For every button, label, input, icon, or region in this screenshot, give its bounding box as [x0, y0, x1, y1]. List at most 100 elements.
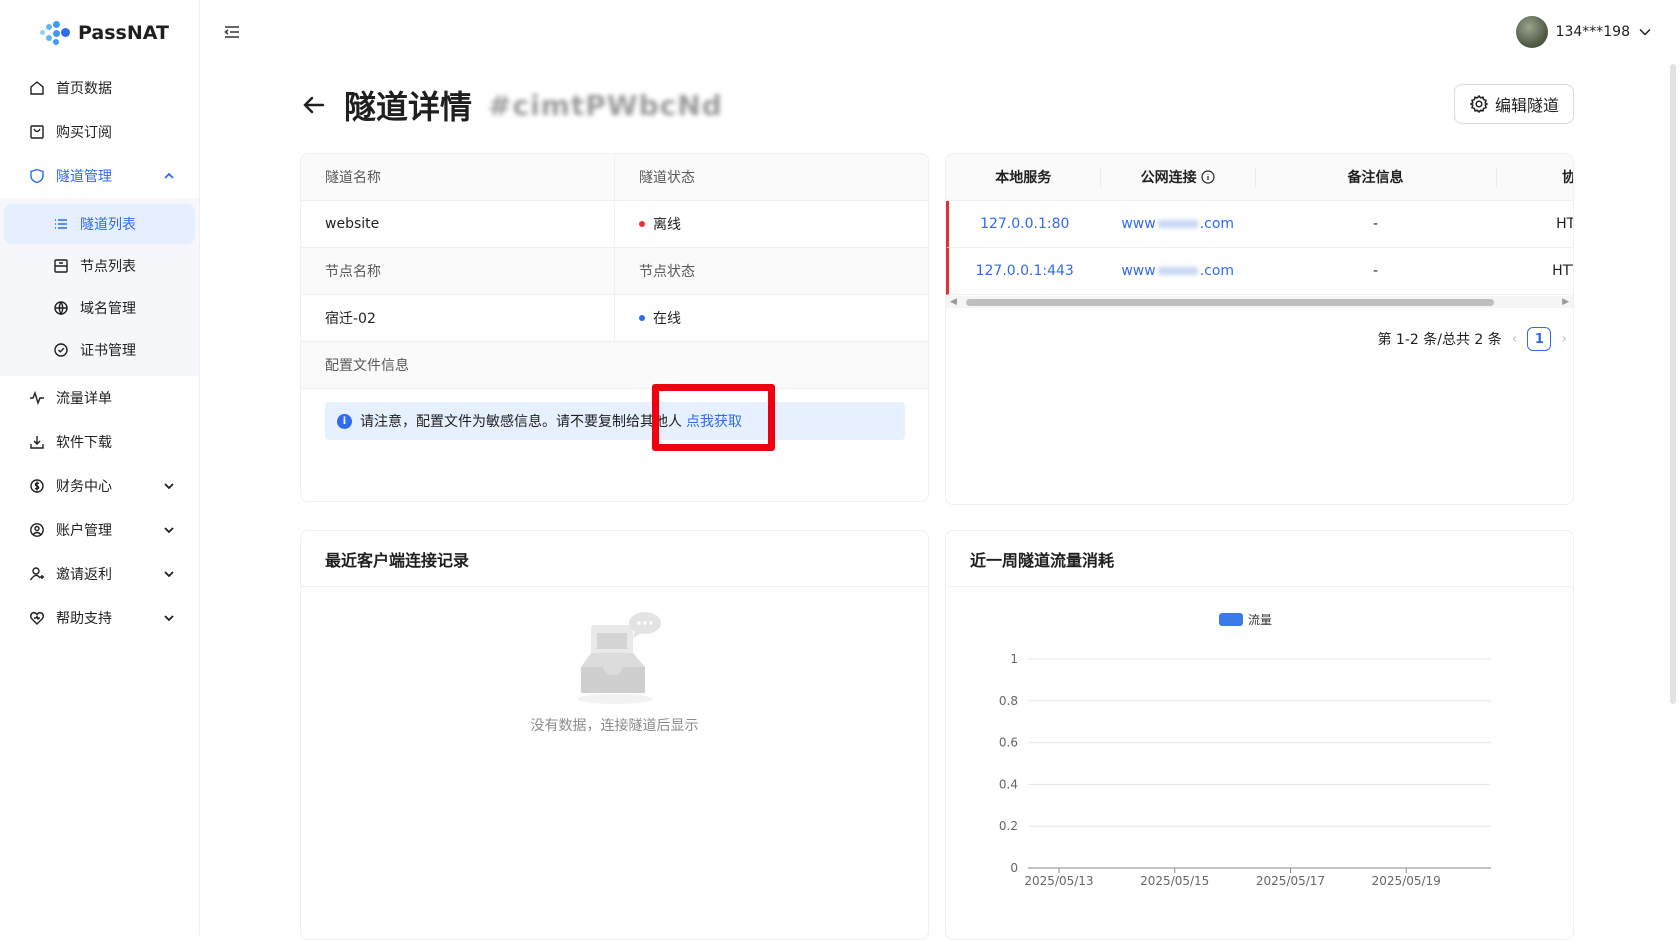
page-number-button[interactable]: 1 [1527, 327, 1552, 351]
table-row: 127.0.0.1:443 www .com - HTTPS [946, 248, 1573, 295]
x-tick-label: 2025/05/15 [1140, 874, 1209, 888]
legend-swatch [1219, 613, 1243, 626]
config-label-row: 配置文件信息 [301, 342, 928, 389]
alert-text: 请注意，配置文件为敏感信息。请不要复制给其他人 [360, 414, 682, 430]
pagination-summary: 第 1-2 条/总共 2 条 [1377, 332, 1502, 348]
brand-logo[interactable]: PassNAT [38, 16, 169, 50]
x-tick-label: 2025/05/17 [1256, 874, 1325, 888]
node-name-value: 宿迁-02 [325, 311, 376, 327]
user-menu[interactable]: 134***198 [1515, 16, 1652, 48]
offline-status-dot [639, 221, 645, 227]
heart-icon [28, 609, 46, 627]
table-horizontal-scrollbar[interactable]: ◀ ▶ [946, 296, 1573, 308]
x-tick-label: 2025/05/19 [1372, 874, 1441, 888]
sidebar-item-invite-rebate[interactable]: 邀请返利 [0, 552, 199, 596]
local-service-cell[interactable]: 127.0.0.1:80 [949, 201, 1100, 247]
local-service-cell[interactable]: 127.0.0.1:443 [949, 248, 1100, 294]
shield-icon [28, 167, 46, 185]
tunnel-info-card: 隧道名称 隧道状态 website 离线 节点名称 节点状态 宿迁-02 在线 … [300, 153, 929, 502]
highlight-box [652, 384, 775, 451]
sidebar-item-label: 证书管理 [80, 343, 136, 359]
tunnel-id: #cimtPWbcNd [488, 88, 723, 122]
sidebar-item-home[interactable]: 首页数据 [0, 66, 199, 110]
sidebar-item-finance-center[interactable]: 财务中心 [0, 464, 199, 508]
page-title: 隧道详情 [344, 88, 473, 126]
sidebar-item-label: 节点列表 [80, 259, 136, 275]
sidebar-item-node-list[interactable]: 节点列表 [4, 246, 195, 286]
sidebar-item-software-download[interactable]: 软件下载 [0, 420, 199, 464]
list-icon [52, 215, 70, 233]
sidebar-item-account-management[interactable]: 账户管理 [0, 508, 199, 552]
prev-page-icon[interactable]: ‹ [1512, 331, 1518, 347]
records-title: 最近客户端连接记录 [301, 531, 928, 587]
protocol-cell: HTTPS [1552, 263, 1573, 279]
note-cell: - [1372, 263, 1379, 279]
sidebar-item-label: 域名管理 [80, 301, 136, 317]
scroll-right-icon[interactable]: ▶ [1562, 297, 1569, 307]
back-arrow-icon[interactable] [300, 91, 328, 119]
node-label-row: 节点名称 节点状态 [301, 248, 928, 295]
edit-tunnel-button[interactable]: 编辑隧道 [1454, 84, 1574, 124]
public-url-suffix: .com [1199, 216, 1235, 232]
traffic-chart-card: 近一周隧道流量消耗 流量 0 0.2 0.4 0.6 0.8 1 2025/05/13 2025… [945, 530, 1574, 940]
sidebar-item-label: 账户管理 [56, 523, 112, 539]
x-tick-label: 2025/05/13 [1024, 874, 1093, 888]
column-header-public: 公网连接 [1100, 154, 1254, 200]
node-status-label: 节点状态 [614, 248, 928, 294]
chevron-down-icon [1639, 28, 1651, 36]
sidebar-item-traffic-detail[interactable]: 流量详单 [0, 376, 199, 420]
config-alert: i 请注意，配置文件为敏感信息。请不要复制给其他人 点我获取 [325, 402, 905, 440]
y-tick-label: 0.8 [999, 694, 1018, 708]
chevron-down-icon [164, 483, 174, 490]
scrollbar-thumb[interactable] [966, 299, 1494, 306]
page-scrollbar[interactable] [1670, 64, 1676, 704]
note-cell: - [1372, 216, 1379, 232]
legend-label: 流量 [1248, 613, 1272, 627]
chevron-down-icon [164, 571, 174, 578]
sidebar-item-label: 财务中心 [56, 479, 112, 495]
column-header-local: 本地服务 [995, 170, 1052, 186]
sidebar-item-label: 隧道列表 [80, 217, 136, 233]
sidebar-item-certificate-management[interactable]: 证书管理 [4, 330, 195, 370]
gear-icon [1469, 94, 1489, 114]
connection-records-card: 最近客户端连接记录 没有数据，连接隧道后显示 [300, 530, 929, 940]
redacted-domain [1157, 220, 1198, 228]
cart-icon [28, 123, 46, 141]
public-url-cell[interactable]: www .com [1100, 248, 1254, 294]
y-tick-label: 0.6 [999, 736, 1018, 750]
scroll-left-icon[interactable]: ◀ [950, 297, 957, 307]
username: 134***198 [1555, 24, 1630, 40]
info-icon: i [337, 413, 352, 429]
home-icon [28, 79, 46, 97]
sidebar-item-label: 隧道管理 [56, 169, 112, 185]
sidebar-item-subscribe[interactable]: 购买订阅 [0, 110, 199, 154]
info-value-row: website 离线 [301, 201, 928, 248]
protocol-cell: HTTP [1556, 216, 1573, 232]
logo-icon [38, 19, 70, 47]
public-url-cell[interactable]: www .com [1100, 201, 1254, 247]
sidebar-item-label: 首页数据 [56, 81, 112, 97]
certificate-icon [52, 341, 70, 359]
tunnel-status-text: 离线 [653, 217, 681, 233]
menu-toggle-icon[interactable] [222, 22, 242, 42]
empty-state-text: 没有数据，连接隧道后显示 [530, 718, 699, 734]
sidebar-item-domain-management[interactable]: 域名管理 [4, 288, 195, 328]
next-page-icon[interactable]: › [1561, 331, 1567, 347]
node-value-row: 宿迁-02 在线 [301, 295, 928, 342]
public-url-prefix: www [1121, 263, 1156, 279]
sidebar-item-tunnel-list[interactable]: 隧道列表 [4, 204, 195, 244]
column-header-public-label: 公网连接 [1140, 170, 1197, 186]
user-circle-icon [28, 521, 46, 539]
sidebar-item-tunnel-management[interactable]: 隧道管理 [0, 154, 199, 198]
sidebar: PassNAT 首页数据 购买订阅 隧道管理 隧道列表 节点列表 域名管理 证书… [0, 0, 200, 935]
pulse-icon [28, 389, 46, 407]
info-circle-icon[interactable] [1201, 170, 1215, 184]
top-header: 134***198 [200, 0, 1680, 64]
globe-icon [52, 299, 70, 317]
sidebar-item-help-support[interactable]: 帮助支持 [0, 596, 199, 640]
avatar [1515, 16, 1548, 48]
brand-name: PassNAT [78, 22, 169, 44]
pagination: 第 1-2 条/总共 2 条 ‹ 1 › [1377, 327, 1567, 351]
y-tick-label: 0 [1010, 861, 1018, 875]
online-status-dot [639, 315, 645, 321]
